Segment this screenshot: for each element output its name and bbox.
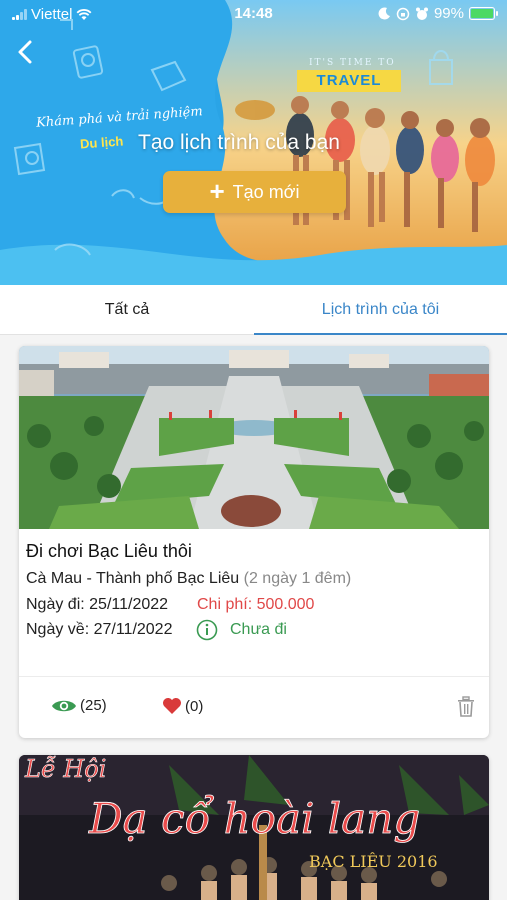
trip-cost: Chi phí: 500.000 [197, 596, 315, 613]
banner-slogan-2: Du lịch [79, 133, 124, 152]
travel-sign-main: TRAVEL [297, 70, 401, 92]
battery-percent: 99% [433, 5, 464, 22]
header-banner: IT'S TIME TO TRAVEL Viettel 14:48 99% Kh… [0, 0, 507, 285]
battery-icon [469, 7, 498, 20]
trip-duration: (2 ngày 1 đêm) [243, 570, 352, 587]
trip-card[interactable]: Đi chơi Bạc Liêu thôi Cà Mau - Thành phố… [19, 346, 489, 738]
trip-depart-date: Ngày đi: 25/11/2022 [26, 596, 169, 613]
travel-sign-top: IT'S TIME TO [309, 58, 396, 68]
moon-icon [378, 7, 390, 20]
poster-text-2: Dạ cổ hoài lang [88, 794, 420, 843]
poster-text-3: BẠC LIÊU 2016 [309, 851, 438, 871]
trip-route: Cà Mau - Thành phố Bạc Liêu (2 ngày 1 đê… [26, 570, 351, 588]
trip-route-text: Cà Mau - Thành phố Bạc Liêu [26, 570, 240, 587]
trip-image: Lễ Hội Dạ cổ hoài lang BẠC LIÊU 2016 [19, 755, 489, 900]
trip-image [19, 346, 489, 529]
tab-bar: Tất cả Lịch trình của tôi [0, 285, 507, 335]
tab-my-trips[interactable]: Lịch trình của tôi [254, 285, 507, 335]
back-button[interactable] [10, 36, 42, 68]
poster-text-1: Lễ Hội [24, 755, 106, 783]
card-divider [19, 676, 489, 677]
trip-status-label: Chưa đi [230, 621, 287, 638]
create-new-button[interactable]: + Tạo mới [163, 171, 346, 213]
plus-icon: + [209, 176, 225, 206]
status-bar: Viettel 14:48 99% [0, 0, 507, 28]
trash-icon[interactable] [456, 696, 476, 718]
travel-sign: IT'S TIME TO TRAVEL [297, 56, 403, 96]
info-icon [196, 619, 218, 641]
create-new-label: Tạo mới [232, 181, 300, 202]
active-tab-indicator [254, 333, 507, 335]
alarm-icon [415, 7, 428, 20]
eye-icon [52, 700, 76, 711]
trip-return-date: Ngày về: 27/11/2022 [26, 621, 173, 638]
trip-title: Đi chơi Bạc Liêu thôi [26, 541, 192, 561]
like-count[interactable]: (0) [162, 697, 203, 715]
banner-title: Tạo lịch trình của bạn [138, 131, 340, 154]
view-count-value: (25) [80, 697, 107, 714]
trip-status: Chưa đi [196, 619, 287, 641]
view-count[interactable]: (25) [51, 697, 107, 714]
app-screen: IT'S TIME TO TRAVEL Viettel 14:48 99% Kh… [0, 0, 507, 900]
orientation-lock-icon [396, 7, 410, 20]
tab-all[interactable]: Tất cả [0, 285, 254, 335]
like-count-value: (0) [185, 697, 204, 715]
heart-icon [163, 698, 181, 714]
trip-card[interactable]: Lễ Hội Dạ cổ hoài lang BẠC LIÊU 2016 [19, 755, 489, 900]
status-right: 99% [378, 5, 498, 22]
